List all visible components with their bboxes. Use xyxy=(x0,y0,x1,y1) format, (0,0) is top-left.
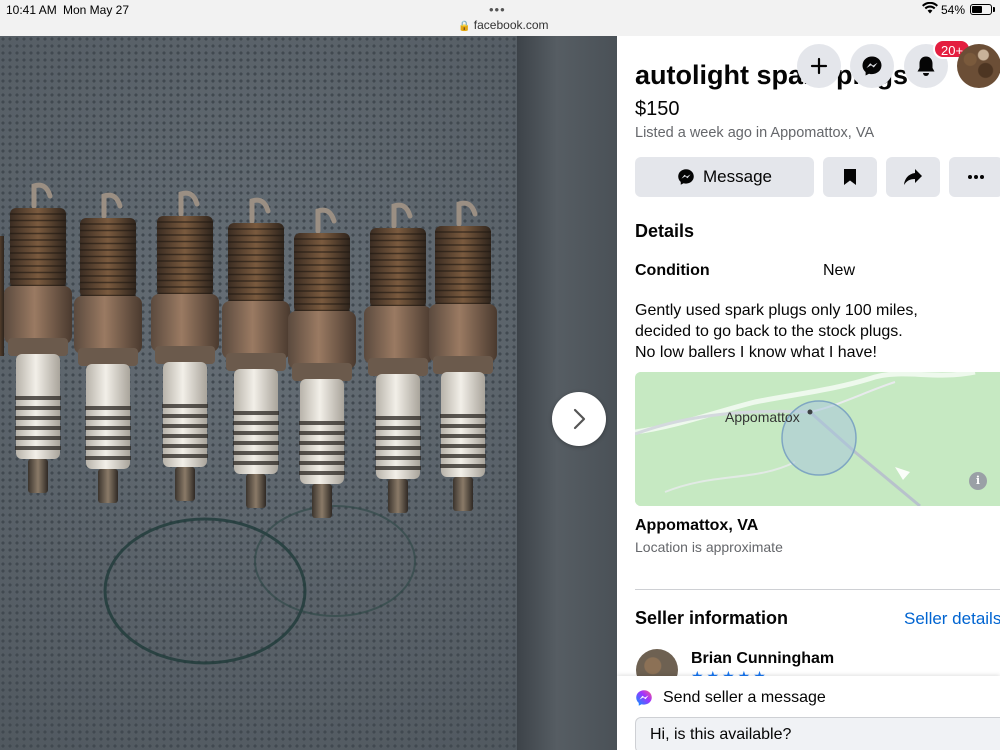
description-line: Gently used spark plugs only 100 miles, xyxy=(635,302,918,319)
spark-plug xyxy=(429,200,497,511)
location-city: Appomattox, VA xyxy=(635,517,759,534)
url-text: facebook.com xyxy=(473,18,549,32)
plus-icon xyxy=(810,57,828,75)
messenger-icon xyxy=(636,690,652,706)
map-graphic xyxy=(635,372,1000,506)
messenger-icon xyxy=(678,169,694,185)
spark-plug xyxy=(364,202,432,513)
listing-description: Gently used spark plugs only 100 miles, … xyxy=(635,300,995,363)
listing-photo xyxy=(0,36,517,750)
description-line: decided to go back to the stock plugs. xyxy=(635,323,903,340)
listing-photo-viewer xyxy=(0,36,617,750)
bookmark-icon xyxy=(844,169,856,185)
location-note: Location is approximate xyxy=(635,539,783,555)
details-heading: Details xyxy=(635,221,695,241)
send-message-box: Send seller a message xyxy=(617,676,1000,750)
map-place-label: Appomattox xyxy=(725,409,800,425)
send-message-title: Send seller a message xyxy=(663,689,826,706)
seller-details-link[interactable]: Seller details xyxy=(904,609,1000,629)
listing-details-panel: autolight spark plugs 20+ $150 Listed a … xyxy=(617,36,1000,750)
photo-backdrop xyxy=(517,36,617,750)
battery-percent: 54% xyxy=(941,3,966,17)
status-date: Mon May 27 xyxy=(63,3,130,17)
battery-level xyxy=(972,6,982,13)
description-line: No low ballers I know what I have! xyxy=(635,344,877,361)
profile-avatar[interactable] xyxy=(957,44,1000,88)
spark-plug xyxy=(4,182,72,493)
condition-label: Condition xyxy=(635,262,710,279)
lock-icon: 🔒 xyxy=(458,21,471,32)
section-divider xyxy=(635,589,1000,590)
status-bar: 10:41 AM Mon May 27 ••• 🔒 facebook.com 5… xyxy=(0,0,1000,36)
next-photo-button[interactable] xyxy=(552,392,606,446)
listing-meta: Listed a week ago in Appomattox, VA xyxy=(635,125,875,141)
seller-info-heading: Seller information xyxy=(635,608,789,628)
spark-plug xyxy=(74,192,142,503)
seller-name[interactable]: Brian Cunningham xyxy=(691,650,834,668)
create-button[interactable] xyxy=(797,44,841,88)
message-button[interactable]: Message xyxy=(635,157,814,197)
spark-plugs-image xyxy=(0,182,497,665)
condition-value: New xyxy=(823,262,856,279)
bell-icon xyxy=(917,56,935,76)
more-options-button[interactable] xyxy=(949,157,1000,197)
info-icon[interactable]: i xyxy=(969,472,987,490)
send-message-header: Send seller a message xyxy=(635,689,826,707)
chevron-right-icon xyxy=(573,408,586,430)
spark-plug xyxy=(222,197,290,508)
wifi-icon xyxy=(922,1,938,17)
status-time: 10:41 AM xyxy=(6,3,57,17)
more-horizontal-icon xyxy=(968,175,984,179)
save-button[interactable] xyxy=(823,157,877,197)
message-input[interactable] xyxy=(635,717,1000,750)
message-button-label: Message xyxy=(703,167,772,186)
listing-price: $150 xyxy=(635,98,680,120)
battery-icon xyxy=(970,4,992,15)
spark-plug xyxy=(288,207,356,518)
messenger-icon xyxy=(862,56,882,76)
share-button[interactable] xyxy=(886,157,940,197)
spark-plug xyxy=(151,190,219,501)
battery-tip xyxy=(993,7,995,12)
address-bar[interactable]: 🔒 facebook.com xyxy=(458,18,549,32)
messenger-button[interactable] xyxy=(850,44,894,88)
multitask-dots-icon[interactable]: ••• xyxy=(489,2,506,17)
location-map[interactable]: Appomattox i xyxy=(635,372,1000,506)
share-arrow-icon xyxy=(904,169,922,185)
